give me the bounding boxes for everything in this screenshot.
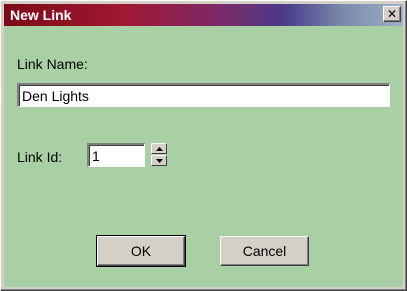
arrow-down-icon [155,158,163,163]
spin-up-button[interactable] [151,143,167,154]
cancel-button[interactable]: Cancel [220,236,309,266]
close-icon: ✕ [386,7,398,21]
title-bar[interactable]: New Link ✕ [4,4,403,26]
spin-down-button[interactable] [151,155,167,166]
ok-button[interactable]: OK [96,235,186,267]
new-link-dialog: New Link ✕ Link Name: Den Lights Link Id… [0,0,407,291]
link-id-value: 1 [92,147,100,164]
link-id-input[interactable]: 1 [87,143,145,167]
link-id-stepper [151,143,167,167]
link-name-label: Link Name: [17,56,88,72]
link-name-value: Den Lights [22,87,89,104]
dialog-body: Link Name: Den Lights Link Id: 1 OK Canc… [4,26,403,287]
close-button[interactable]: ✕ [383,6,401,22]
dialog-title: New Link [10,7,72,23]
link-id-label: Link Id: [17,149,63,165]
arrow-up-icon [155,146,163,151]
link-name-input[interactable]: Den Lights [17,83,390,107]
